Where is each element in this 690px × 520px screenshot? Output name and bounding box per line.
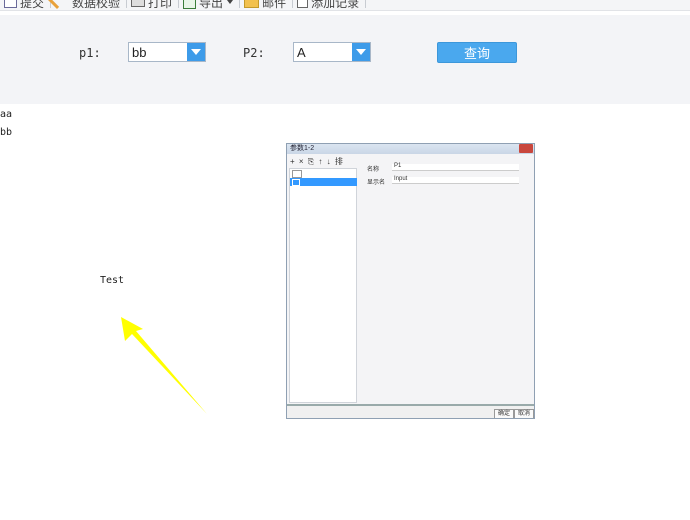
- arrow-icon: [121, 317, 207, 414]
